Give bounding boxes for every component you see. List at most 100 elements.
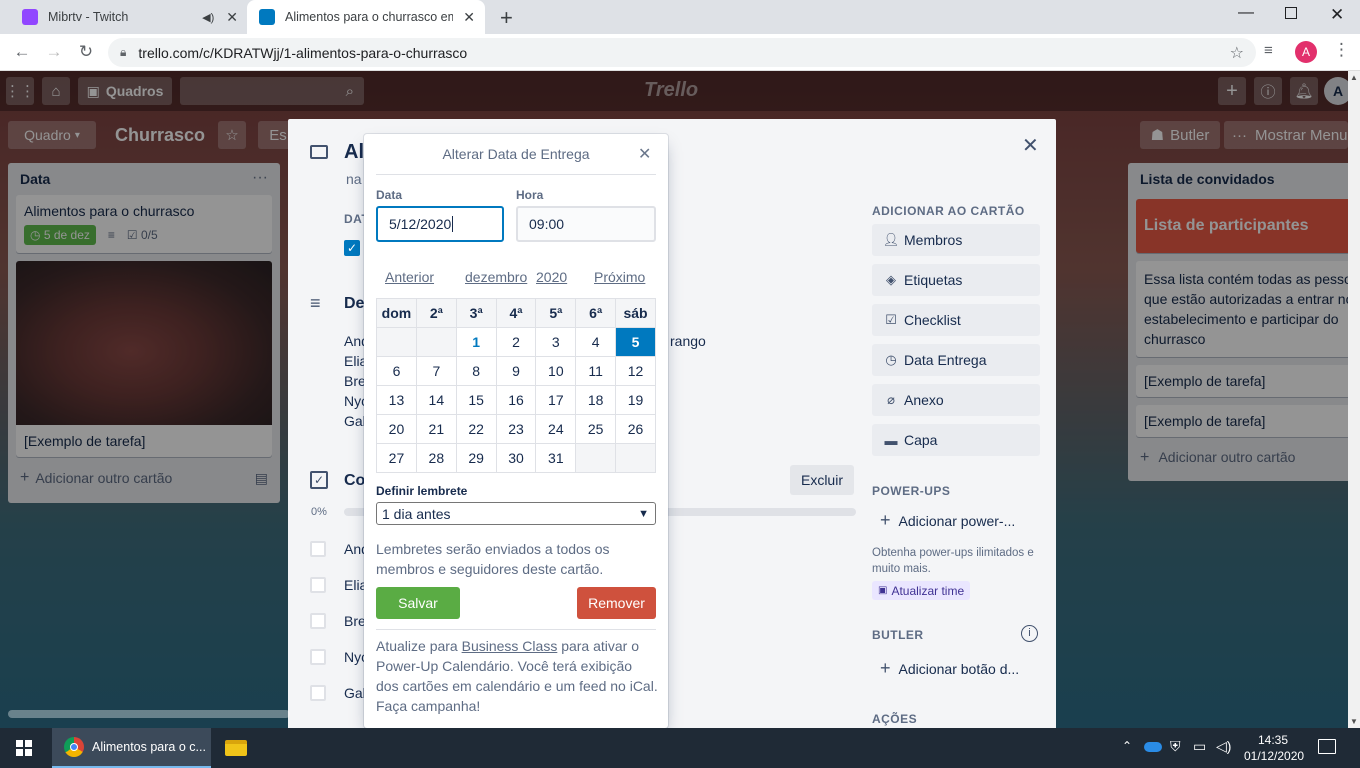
calendar-day-11[interactable]: 11	[575, 356, 617, 386]
back-icon[interactable]: ←	[11, 42, 33, 62]
remove-button[interactable]: Remover	[577, 587, 656, 619]
calendar-day-19[interactable]: 19	[615, 385, 656, 415]
forward-icon[interactable]: →	[43, 42, 65, 62]
close-modal-icon[interactable]: ✕	[1022, 133, 1039, 158]
horizontal-scrollbar[interactable]	[8, 710, 290, 718]
calendar-day-8[interactable]: 8	[455, 356, 497, 386]
calendar-day-7[interactable]: 7	[415, 356, 457, 386]
tab-trello[interactable]: Alimentos para o churrasco em C ✕	[247, 0, 485, 34]
upgrade-team-button[interactable]: ▣ Atualizar time	[872, 581, 971, 600]
cover-button[interactable]: ▬ Capa	[872, 424, 1040, 456]
tab-twitch[interactable]: Mibrtv - Twitch ◀) ✕	[10, 0, 248, 34]
reload-icon[interactable]: ↻	[75, 42, 97, 62]
close-popover-icon[interactable]: ✕	[638, 144, 651, 164]
calendar-day-16[interactable]: 16	[495, 385, 537, 415]
reminder-note: Lembretes serão enviados a todos os memb…	[376, 541, 610, 577]
calendar-day-9[interactable]: 9	[495, 356, 537, 386]
calendar-day-29[interactable]: 29	[455, 443, 497, 473]
taskbar-chrome-window[interactable]: Alimentos para o c...	[52, 728, 211, 768]
calendar-day-23[interactable]: 23	[495, 414, 537, 444]
checklist-item[interactable]: Nyc	[310, 639, 370, 675]
notifications-center-icon[interactable]	[1318, 739, 1336, 754]
add-butler-button[interactable]: + Adicionar botão d...	[880, 658, 1019, 679]
checkbox[interactable]	[310, 541, 326, 557]
volume-icon[interactable]: ◁)	[1216, 738, 1231, 755]
calendar-day-1[interactable]: 1	[455, 327, 497, 357]
calendar-day-17[interactable]: 17	[535, 385, 577, 415]
save-button[interactable]: Salvar	[376, 587, 460, 619]
windows-start-icon[interactable]	[0, 728, 48, 768]
calendar-day-30[interactable]: 30	[495, 443, 537, 473]
checklist-item[interactable]: Gab	[310, 675, 370, 711]
media-control-icon[interactable]: ≡	[1264, 42, 1273, 59]
calendar-day-5[interactable]: 5	[615, 327, 656, 357]
butler-info-icon[interactable]: i	[1021, 625, 1038, 642]
add-powerup-button[interactable]: + Adicionar power-...	[880, 510, 1015, 531]
close-window-button[interactable]: ✕	[1330, 5, 1344, 25]
mute-icon[interactable]: ◀)	[202, 11, 214, 24]
checklist-item[interactable]: And	[310, 531, 370, 567]
delete-checklist-button[interactable]: Excluir	[790, 465, 854, 495]
next-month-link[interactable]: Próximo	[594, 269, 645, 285]
calendar-day-12[interactable]: 12	[615, 356, 656, 386]
clock-time[interactable]: 14:35	[1258, 733, 1288, 747]
reminder-select[interactable]: 1 dia antes ▼	[376, 502, 656, 525]
calendar-day-2[interactable]: 2	[495, 327, 537, 357]
calendar-day-3[interactable]: 3	[535, 327, 577, 357]
labels-button[interactable]: ◈ Etiquetas	[872, 264, 1040, 296]
checkbox[interactable]	[310, 577, 326, 593]
calendar-day-14[interactable]: 14	[415, 385, 457, 415]
calendar-day-25[interactable]: 25	[575, 414, 617, 444]
calendar-day-18[interactable]: 18	[575, 385, 617, 415]
network-icon[interactable]: ▭	[1193, 738, 1206, 755]
checkbox[interactable]	[310, 613, 326, 629]
calendar-day-24[interactable]: 24	[535, 414, 577, 444]
attachment-button[interactable]: ⌀ Anexo	[872, 384, 1040, 416]
year-select[interactable]: 2020	[536, 269, 567, 285]
calendar-day-31[interactable]: 31	[535, 443, 577, 473]
trello-icon	[259, 9, 275, 25]
calendar-day-26[interactable]: 26	[615, 414, 656, 444]
members-button[interactable]: 👤︎ Membros	[872, 224, 1040, 256]
checklist-item[interactable]: Elia	[310, 567, 370, 603]
due-date-button[interactable]: ◷ Data Entrega	[872, 344, 1040, 376]
checklist-item[interactable]: Bre	[310, 603, 370, 639]
scroll-down-arrow[interactable]: ▼	[1348, 717, 1360, 726]
prev-month-link[interactable]: Anterior	[385, 269, 434, 285]
profile-avatar[interactable]: A	[1295, 41, 1317, 63]
calendar-day-21[interactable]: 21	[415, 414, 457, 444]
file-explorer-icon[interactable]	[216, 728, 256, 768]
calendar-day-20[interactable]: 20	[376, 414, 417, 444]
date-input[interactable]: 5/12/2020	[376, 206, 504, 242]
calendar-day-27[interactable]: 27	[376, 443, 417, 473]
calendar-day-10[interactable]: 10	[535, 356, 577, 386]
url-field[interactable]: 🔒︎ trello.com/c/KDRATWjj/1-alimentos-par…	[108, 38, 1256, 67]
calendar-day-4[interactable]: 4	[575, 327, 617, 357]
calendar-day-22[interactable]: 22	[455, 414, 497, 444]
calendar-day-6[interactable]: 6	[376, 356, 417, 386]
clock-date[interactable]: 01/12/2020	[1244, 749, 1304, 763]
browser-menu-icon[interactable]: ⋮	[1333, 40, 1350, 60]
checklist-button[interactable]: ☑ Checklist	[872, 304, 1040, 336]
restore-button[interactable]	[1285, 7, 1297, 19]
calendar-day-13[interactable]: 13	[376, 385, 417, 415]
calendar-day-15[interactable]: 15	[455, 385, 497, 415]
minimize-button[interactable]: —	[1238, 4, 1254, 22]
checkbox[interactable]	[310, 649, 326, 665]
tray-chevron-icon[interactable]: ⌃	[1122, 739, 1132, 753]
time-input[interactable]: 09:00	[516, 206, 656, 242]
card-title-field[interactable]: Al	[344, 141, 364, 164]
new-tab-button[interactable]: +	[500, 5, 513, 31]
scroll-up-arrow[interactable]: ▲	[1348, 73, 1360, 82]
security-icon[interactable]: ⛨	[1170, 738, 1181, 755]
calendar-day-28[interactable]: 28	[415, 443, 457, 473]
vertical-scrollbar[interactable]: ▲ ▼	[1348, 71, 1360, 728]
bookmark-star-icon[interactable]: ☆	[1230, 43, 1244, 63]
month-select[interactable]: dezembro	[465, 269, 527, 285]
onedrive-icon[interactable]	[1144, 742, 1162, 752]
checkbox[interactable]	[310, 685, 326, 701]
due-complete-checkbox[interactable]: ✓	[344, 240, 360, 256]
business-class-link[interactable]: Business Class	[462, 638, 558, 654]
close-tab-icon[interactable]: ✕	[463, 9, 475, 26]
close-tab-icon[interactable]: ✕	[226, 9, 238, 26]
